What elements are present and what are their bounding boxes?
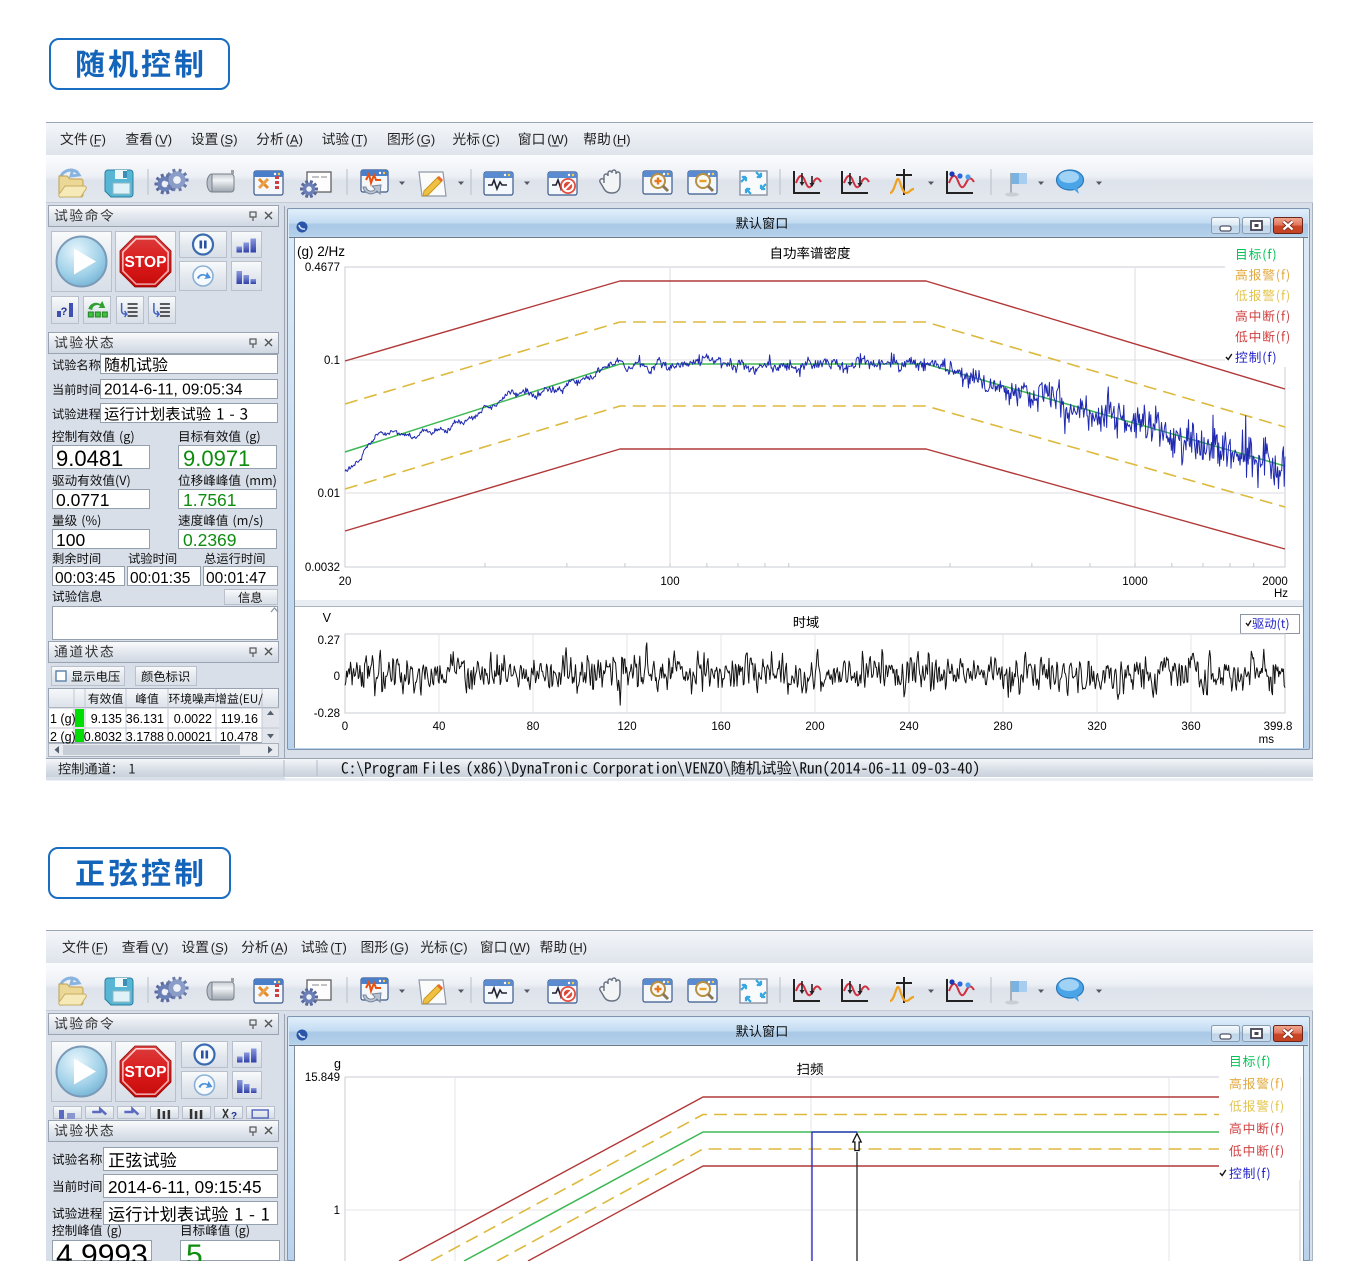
svg-text:(T): (T) [330, 940, 347, 955]
svg-text:120: 120 [617, 721, 636, 733]
svg-text:(g) 2/Hz: (g) 2/Hz [297, 244, 345, 259]
svg-text:80: 80 [527, 721, 540, 733]
svg-text:(W): (W) [547, 132, 568, 147]
svg-text:9.0971: 9.0971 [183, 446, 250, 471]
svg-text:320: 320 [1087, 721, 1106, 733]
svg-text:4.9993: 4.9993 [56, 1239, 148, 1261]
svg-text:0.0022: 0.0022 [174, 712, 212, 726]
svg-text:00:01:47: 00:01:47 [206, 570, 266, 587]
svg-text:(C): (C) [482, 132, 500, 147]
svg-text:00:01:35: 00:01:35 [130, 570, 190, 587]
svg-text:240: 240 [899, 721, 918, 733]
svg-text:00:03:45: 00:03:45 [55, 570, 115, 587]
svg-text:0.8032: 0.8032 [84, 730, 122, 744]
svg-text:(A): (A) [286, 132, 303, 147]
svg-text:0: 0 [334, 671, 340, 683]
svg-text:?: ? [231, 1111, 237, 1122]
svg-text:1000: 1000 [1122, 576, 1148, 588]
svg-text:0.27: 0.27 [318, 635, 340, 647]
svg-text:(F): (F) [91, 940, 108, 955]
svg-text:100: 100 [660, 576, 679, 588]
svg-text:0.4677: 0.4677 [305, 262, 340, 274]
svg-text:(S): (S) [220, 132, 237, 147]
svg-text:3.1788: 3.1788 [126, 730, 164, 744]
svg-text:(G): (G) [416, 132, 435, 147]
svg-text:Hz: Hz [1274, 588, 1288, 600]
svg-text:(V): (V) [151, 940, 168, 955]
svg-text:0.1: 0.1 [324, 355, 340, 367]
svg-text:(C): (C) [450, 940, 468, 955]
svg-text:2014-6-11, 09:15:45: 2014-6-11, 09:15:45 [108, 1177, 262, 1197]
svg-text:9.135: 9.135 [91, 712, 122, 726]
svg-text:1: 1 [334, 1205, 340, 1217]
svg-text:g: g [334, 1057, 341, 1071]
svg-text:(S): (S) [211, 940, 228, 955]
svg-text:(H): (H) [569, 940, 587, 955]
svg-text:200: 200 [805, 721, 824, 733]
svg-text:STOP: STOP [125, 1064, 167, 1081]
svg-text:1.7561: 1.7561 [183, 490, 237, 510]
svg-text:?: ? [61, 306, 68, 318]
svg-text:40: 40 [433, 721, 446, 733]
svg-text:5: 5 [186, 1239, 203, 1261]
svg-text:(A): (A) [271, 940, 288, 955]
svg-text:0.0771: 0.0771 [56, 490, 110, 510]
svg-text:15.849: 15.849 [305, 1072, 340, 1084]
svg-text:0.00021: 0.00021 [167, 730, 212, 744]
svg-text:2 (g): 2 (g) [50, 730, 76, 744]
svg-text:10.478: 10.478 [220, 730, 258, 744]
svg-text:(W): (W) [509, 940, 530, 955]
svg-text:9.0481: 9.0481 [56, 446, 123, 471]
svg-text:399.8: 399.8 [1264, 721, 1293, 733]
svg-text:STOP: STOP [125, 254, 167, 271]
svg-text:119.16: 119.16 [221, 712, 258, 726]
svg-text:-0.28: -0.28 [314, 708, 340, 720]
svg-text:ms: ms [1259, 734, 1275, 746]
svg-text:360: 360 [1181, 721, 1200, 733]
svg-text:2014-6-11, 09:05:34: 2014-6-11, 09:05:34 [104, 382, 243, 399]
svg-text:20: 20 [339, 576, 352, 588]
svg-text:(V): (V) [155, 132, 172, 147]
svg-text:0.01: 0.01 [318, 488, 340, 500]
svg-text:100: 100 [56, 530, 85, 550]
svg-text:1 (g): 1 (g) [50, 712, 76, 726]
svg-text:(F): (F) [89, 132, 106, 147]
svg-text:(G): (G) [390, 940, 409, 955]
svg-text:2000: 2000 [1262, 576, 1288, 588]
svg-text:160: 160 [711, 721, 730, 733]
svg-text:36.131: 36.131 [126, 712, 164, 726]
svg-text:(H): (H) [613, 132, 631, 147]
svg-text:(T): (T) [351, 132, 368, 147]
svg-text:280: 280 [993, 721, 1012, 733]
svg-text:0.0032: 0.0032 [305, 562, 340, 574]
svg-text:0.2369: 0.2369 [183, 530, 237, 550]
svg-text:V: V [323, 611, 332, 625]
svg-text:0: 0 [342, 721, 348, 733]
